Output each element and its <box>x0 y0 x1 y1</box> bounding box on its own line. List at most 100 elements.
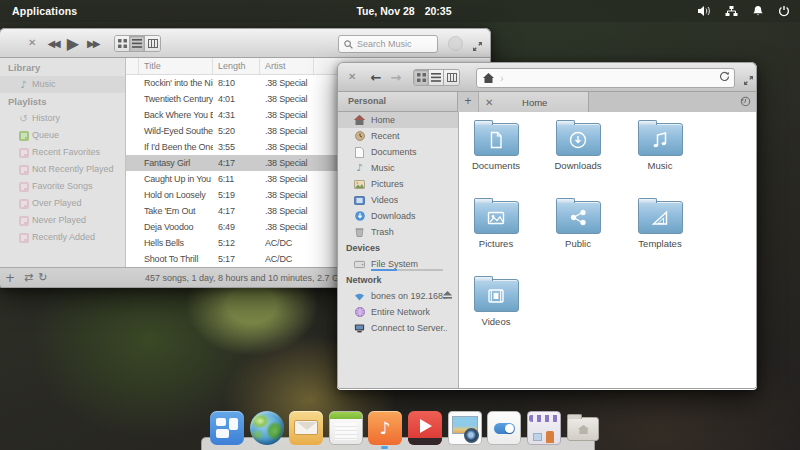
play-button[interactable]: ▶ <box>67 34 79 53</box>
files-maximize-icon[interactable] <box>743 72 754 90</box>
dock-system-settings-icon[interactable] <box>487 411 521 445</box>
music-maximize-icon[interactable] <box>472 38 483 56</box>
music-sidebar-item-history[interactable]: ↺History <box>0 110 125 127</box>
dock-photos-icon[interactable] <box>448 411 482 445</box>
column-header-artist[interactable]: Artist <box>260 58 314 74</box>
song-artist: .38 Special <box>260 219 314 235</box>
drive-icon <box>354 259 365 270</box>
song-title: If I'd Been the One <box>139 139 213 155</box>
dock-calendar-icon[interactable] <box>329 411 363 445</box>
song-artist: .38 Special <box>260 203 314 219</box>
eject-icon[interactable] <box>443 288 452 304</box>
trash-icon <box>354 227 365 238</box>
dock-applications-icon[interactable] <box>210 411 244 445</box>
files-sidebar-item-pictures[interactable]: Pictures <box>338 176 458 192</box>
eq-icon[interactable] <box>448 36 463 51</box>
music-sidebar-item-recent-favorites[interactable]: Recent Favorites <box>0 144 125 161</box>
song-title: Caught Up in You <box>139 171 213 187</box>
files-sidebar-item-home[interactable]: Home <box>338 112 458 128</box>
dock-files-icon[interactable] <box>566 411 600 445</box>
smart-playlist-icon <box>18 181 29 192</box>
song-artist: .38 Special <box>260 91 314 107</box>
column-header-title[interactable]: Title <box>139 58 213 74</box>
files-close-button[interactable]: ✕ <box>348 72 356 82</box>
folder-label: Videos <box>455 316 537 327</box>
song-artist: .38 Special <box>260 75 314 91</box>
music-close-button[interactable]: ✕ <box>28 38 36 48</box>
dock-appcenter-icon[interactable] <box>527 411 561 445</box>
column-view-icon[interactable] <box>145 36 160 51</box>
files-sidebar-item-entire-network[interactable]: Entire Network <box>338 304 458 320</box>
files-sidebar-item-videos[interactable]: Videos <box>338 192 458 208</box>
notifications-icon[interactable] <box>752 5 764 17</box>
grid-view-icon[interactable] <box>414 70 429 85</box>
list-view-icon[interactable] <box>429 70 444 85</box>
folder-icon <box>556 123 601 156</box>
tab-history-icon[interactable] <box>740 92 751 113</box>
files-sidebar-item-connect-to-server-[interactable]: Connect to Server... <box>338 320 458 336</box>
home-icon <box>354 115 365 126</box>
refresh-icon[interactable] <box>719 71 730 85</box>
dock-videos-icon[interactable] <box>408 411 442 445</box>
folder-label: Pictures <box>455 238 537 249</box>
files-sidebar-item-bones-on-192-168-1-[interactable]: bones on 192.168.1... <box>338 288 458 304</box>
folder-label: Music <box>619 160 701 171</box>
song-title: Wild-Eyed Southern Boys <box>139 123 213 139</box>
volume-icon[interactable] <box>698 5 711 17</box>
folder-icon <box>474 201 519 234</box>
path-bar[interactable]: › <box>476 68 735 88</box>
breadcrumb-home-icon[interactable] <box>477 69 499 87</box>
files-sidebar-header-devices: Devices <box>338 240 458 256</box>
tab-home[interactable]: ✕Home <box>479 92 589 112</box>
folder-videos[interactable]: Videos <box>455 279 537 327</box>
download-icon <box>354 211 365 222</box>
files-sidebar-header-network: Network <box>338 272 458 288</box>
files-sidebar-item-documents[interactable]: Documents <box>338 144 458 160</box>
smart-playlist-icon <box>18 147 29 158</box>
folder-pictures[interactable]: Pictures <box>455 201 537 249</box>
tab-close-icon[interactable]: ✕ <box>485 97 493 108</box>
dock-music-icon[interactable]: ♪ <box>368 411 402 445</box>
song-length: 5:17 <box>213 251 260 267</box>
panel-clock[interactable]: Tue, Nov 2820:35 <box>8 5 800 17</box>
folder-downloads[interactable]: Downloads <box>537 123 619 171</box>
dock-web-browser-icon[interactable] <box>250 411 284 445</box>
previous-button[interactable]: ◀◀ <box>47 38 58 49</box>
files-toolbar: ✕ ← → › <box>337 62 757 92</box>
column-view-icon[interactable] <box>444 70 459 85</box>
network-icon[interactable] <box>725 5 738 17</box>
files-sidebar-item-music[interactable]: ♪Music <box>338 160 458 176</box>
music-sidebar-item-not-recently-played[interactable]: Not Recently Played <box>0 161 125 178</box>
music-sidebar-item-queue[interactable]: Queue <box>0 127 125 144</box>
new-tab-button[interactable]: + <box>458 92 479 112</box>
music-sidebar-item-recently-added[interactable]: Recently Added <box>0 229 125 246</box>
folder-documents[interactable]: Documents <box>455 123 537 171</box>
music-sidebar-item-never-played[interactable]: Never Played <box>0 212 125 229</box>
next-button[interactable]: ▶▶ <box>87 38 98 49</box>
forward-button[interactable]: → <box>390 70 401 85</box>
sidebar-header-personal: Personal <box>338 92 458 112</box>
column-header-length[interactable]: Length <box>213 58 260 74</box>
files-sidebar-item-trash[interactable]: Trash <box>338 224 458 240</box>
files-sidebar-item-downloads[interactable]: Downloads <box>338 208 458 224</box>
folder-music[interactable]: Music <box>619 123 701 171</box>
song-length: 5:12 <box>213 235 260 251</box>
music-sidebar-item-favorite-songs[interactable]: Favorite Songs <box>0 178 125 195</box>
search-input[interactable]: Search Music <box>338 35 438 53</box>
song-title: Take 'Em Out <box>139 203 213 219</box>
folder-templates[interactable]: Templates <box>619 201 701 249</box>
power-icon[interactable] <box>778 5 790 17</box>
files-sidebar-item-file-system[interactable]: File System <box>338 256 458 272</box>
song-artist: .38 Special <box>260 171 314 187</box>
music-sidebar-item-music[interactable]: ♪Music <box>0 76 125 93</box>
doc-page-icon <box>475 124 518 155</box>
song-length: 4:17 <box>213 203 260 219</box>
back-button[interactable]: ← <box>370 70 381 85</box>
music-sidebar-item-over-played[interactable]: Over Played <box>0 195 125 212</box>
dock-mail-icon[interactable] <box>289 411 323 445</box>
list-view-icon[interactable] <box>130 36 145 51</box>
files-sidebar-item-recent[interactable]: Recent <box>338 128 458 144</box>
folder-public[interactable]: Public <box>537 201 619 249</box>
recent-icon <box>354 131 365 142</box>
grid-view-icon[interactable] <box>115 36 130 51</box>
